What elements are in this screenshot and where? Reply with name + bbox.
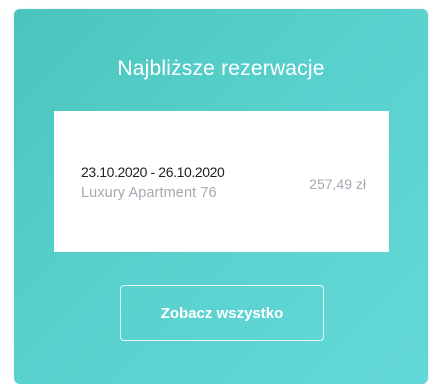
card-title: Najbliższe rezerwacje [117, 57, 325, 80]
reservation-dates: 23.10.2020 - 26.10.2020 [81, 164, 225, 180]
reservation-apartment-name: Luxury Apartment 76 [81, 185, 217, 201]
reservation-item[interactable]: 23.10.2020 - 26.10.2020 Luxury Apartment… [81, 164, 366, 208]
reservation-price: 257,49 zł [309, 176, 366, 192]
reservations-list: 23.10.2020 - 26.10.2020 Luxury Apartment… [54, 111, 389, 252]
view-all-button[interactable]: Zobacz wszystko [120, 285, 324, 341]
upcoming-reservations-card: Najbliższe rezerwacje 23.10.2020 - 26.10… [14, 9, 428, 384]
